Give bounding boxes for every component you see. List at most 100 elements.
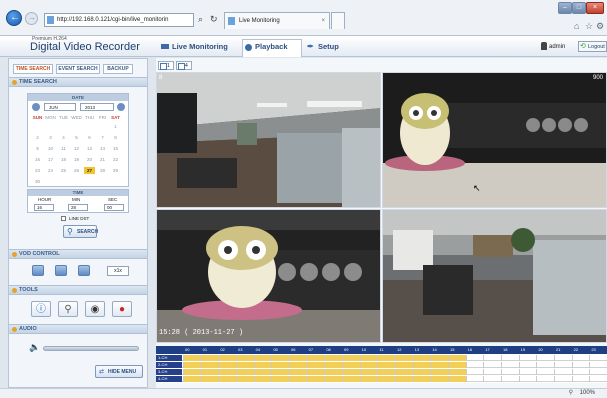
minimize-button[interactable]: –	[558, 2, 572, 14]
month-select[interactable]: JUN	[44, 103, 76, 111]
weekday-header: THU	[84, 115, 95, 120]
calendar-day[interactable]: 19	[71, 156, 82, 163]
forward-button[interactable]: →	[25, 12, 38, 25]
calendar-day[interactable]: 18	[58, 156, 69, 163]
quad-view-icon	[178, 63, 185, 70]
line-dst-label: LINE DST	[69, 216, 90, 221]
calendar-day[interactable]: 27	[84, 167, 95, 174]
min-select[interactable]: 28	[68, 204, 88, 211]
calendar-day[interactable]: 23	[32, 167, 43, 174]
timeline-gridline	[501, 362, 502, 368]
address-bar[interactable]: http://192.168.0.121/cgi-bin/live_monito…	[44, 13, 194, 27]
camera-3-view[interactable]: 15:28 ( 2013-11-27 )	[156, 209, 381, 343]
timeline-hour-tick: 06	[291, 347, 296, 352]
year-select[interactable]: 2013	[80, 103, 114, 111]
sec-label: SEC	[108, 197, 118, 202]
zoom-tool-button[interactable]: ⚲	[58, 301, 78, 317]
search-icon[interactable]: ⌕	[198, 14, 203, 25]
timeline-channel-row[interactable]: 2-CH	[156, 362, 607, 368]
home-icon[interactable]: ⌂	[574, 21, 579, 31]
tab-close-icon[interactable]: ×	[321, 13, 325, 29]
calendar-day[interactable]: 7	[97, 134, 108, 141]
calendar-day[interactable]: 8	[110, 134, 121, 141]
snapshot-tool-button[interactable]: ◉	[85, 301, 105, 317]
calendar-day[interactable]: 5	[71, 134, 82, 141]
calendar-day[interactable]: 25	[58, 167, 69, 174]
calendar-day[interactable]: 1	[110, 123, 121, 130]
zoom-level[interactable]: 100%	[580, 390, 595, 396]
camera-4-view[interactable]	[382, 209, 607, 343]
timeline-hour-tick: 05	[273, 347, 278, 352]
tab-setup[interactable]: ✒ Setup	[306, 40, 352, 54]
prev-month-icon[interactable]	[32, 103, 40, 111]
view-tab-quad[interactable]: 4	[176, 61, 192, 70]
weekday-header: FRI	[98, 115, 107, 120]
vod-play-button[interactable]	[55, 265, 67, 276]
calendar-day[interactable]: 10	[45, 145, 56, 152]
timeline-channel-row[interactable]: 1-CH	[156, 355, 607, 361]
calendar-day[interactable]: 21	[97, 156, 108, 163]
tab-live-monitoring[interactable]: Live Monitoring	[160, 40, 238, 54]
calendar-day[interactable]: 17	[45, 156, 56, 163]
hide-menu-button[interactable]: ⇄ HIDE MENU	[95, 365, 143, 378]
calendar-day[interactable]: 3	[45, 134, 56, 141]
sec-select[interactable]: 00	[104, 204, 124, 211]
browser-status-bar: ⚲ 100%	[0, 388, 607, 398]
timeline-gridline	[200, 369, 202, 375]
timeline-channel-row[interactable]: 4-CH	[156, 376, 607, 382]
refresh-icon[interactable]: ↻	[210, 14, 218, 25]
timeline-gridline	[518, 369, 520, 375]
new-tab-button[interactable]	[331, 12, 345, 29]
maximize-button[interactable]: □	[572, 2, 586, 14]
volume-slider[interactable]	[43, 346, 139, 351]
calendar-day[interactable]: 26	[71, 167, 82, 174]
calendar-day[interactable]: 4	[58, 134, 69, 141]
timeline[interactable]: 00 01 02 03 04 05 06 07 08 09 10 11 12 13 14 15 16 17 18 19…	[156, 346, 607, 383]
hour-select[interactable]: 16	[34, 204, 54, 211]
info-tool-button[interactable]: ⓘ	[31, 301, 51, 317]
calendar-day[interactable]: 29	[110, 167, 121, 174]
vod-speed-select[interactable]: x1x	[107, 266, 129, 276]
timeline-gridline	[554, 369, 555, 375]
browser-tab[interactable]: Live Monitoring ×	[224, 12, 330, 29]
timeline-gridline	[253, 362, 255, 368]
tab-backup[interactable]: BACKUP	[103, 64, 133, 74]
logout-button[interactable]: ⟲ Logout	[578, 41, 607, 52]
calendar-day[interactable]: 30	[32, 178, 43, 185]
calendar-day[interactable]: 14	[97, 145, 108, 152]
tab-time-search[interactable]: TIME SEARCH	[13, 64, 53, 74]
view-tab-single[interactable]: 1	[158, 61, 174, 70]
magnifier-icon: ⚲	[67, 227, 73, 236]
calendar-day[interactable]: 22	[110, 156, 121, 163]
next-month-icon[interactable]	[117, 103, 125, 111]
settings-gear-icon[interactable]: ⚙	[596, 21, 604, 32]
record-tool-button[interactable]: ●	[112, 301, 132, 317]
calendar-day[interactable]: 9	[32, 145, 43, 152]
calendar-day[interactable]: 13	[84, 145, 95, 152]
address-url: http://192.168.0.121/cgi-bin/live_monito…	[57, 17, 169, 23]
calendar-day[interactable]: 2	[32, 134, 43, 141]
calendar-day[interactable]: 12	[71, 145, 82, 152]
calendar-day[interactable]: 20	[84, 156, 95, 163]
calendar-day[interactable]: 16	[32, 156, 43, 163]
calendar-day[interactable]: 28	[97, 167, 108, 174]
calendar-day[interactable]: 24	[45, 167, 56, 174]
timeline-gridline	[306, 369, 308, 375]
tab-playback[interactable]: Playback	[242, 39, 302, 57]
vod-forward-button[interactable]	[78, 265, 90, 276]
back-button[interactable]: ←	[6, 10, 22, 26]
timeline-channel-row[interactable]: 3-CH	[156, 369, 607, 375]
min-label: MIN	[72, 197, 81, 202]
camera-2-view[interactable]: 900 ↖	[382, 72, 607, 208]
camera-1-view[interactable]: 8	[156, 72, 381, 208]
calendar-day[interactable]: 11	[58, 145, 69, 152]
favorites-icon[interactable]: ☆	[585, 21, 593, 32]
tab-event-search[interactable]: EVENT SEARCH	[56, 64, 100, 74]
calendar-day[interactable]: 6	[84, 134, 95, 141]
vod-rewind-button[interactable]	[32, 265, 44, 276]
timeline-gridline	[395, 362, 396, 368]
close-window-button[interactable]: ×	[586, 2, 604, 14]
search-button[interactable]: ⚲ SEARCH	[63, 225, 98, 238]
calendar-day[interactable]: 15	[110, 145, 121, 152]
line-dst-checkbox[interactable]	[61, 216, 66, 221]
